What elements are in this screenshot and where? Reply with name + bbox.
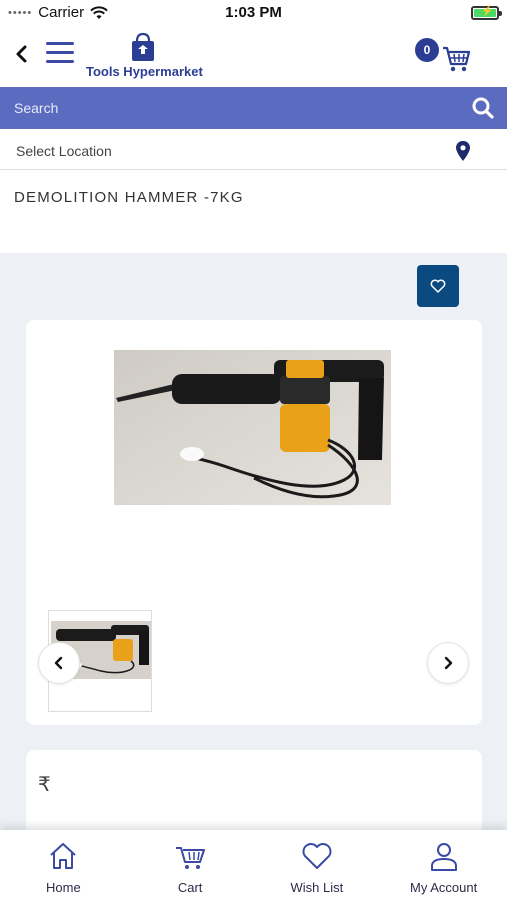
nav-item-home[interactable]: Home [0,830,127,900]
battery-icon: ⚡ [471,6,502,20]
logo-text: Tools Hypermarket [86,64,203,79]
select-location-row[interactable]: Select Location [0,130,507,170]
location-pin-icon[interactable] [455,140,471,162]
heart-icon [302,843,332,869]
chevron-right-icon [444,656,453,670]
nav-label-wishlist: Wish List [290,880,344,895]
chevron-left-icon [54,656,63,670]
status-time: 1:03 PM [225,4,282,21]
nav-item-cart[interactable]: Cart [127,830,254,900]
user-icon [430,843,457,871]
nav-item-account[interactable]: My Account [380,830,507,900]
search-icon[interactable] [471,96,495,120]
nav-label-home: Home [46,880,81,895]
back-arrow-icon[interactable] [10,40,34,68]
nav-item-wishlist[interactable]: Wish List [254,830,381,900]
brand-logo[interactable]: Tools Hypermarket [84,30,204,82]
cart-count-badge: 0 [415,38,439,62]
app-header: Tools Hypermarket 0 [0,26,507,86]
shopping-bag-logo-icon [132,32,154,61]
heart-icon [430,279,446,293]
bottom-navigation: Home Cart Wish List My Account [0,830,507,900]
hamburger-menu-icon[interactable] [46,42,74,66]
home-icon [50,843,77,869]
search-bar [0,87,507,129]
product-detail-area: ₹ [0,253,507,850]
nav-label-cart: Cart [177,880,203,895]
product-main-image[interactable] [114,350,391,505]
product-title: DEMOLITION HAMMER -7KG [14,189,244,206]
previous-image-button[interactable] [38,642,80,684]
cart-icon [176,847,206,869]
status-bar: ••••• Carrier 1:03 PM ⚡ [0,0,507,26]
product-title-area: DEMOLITION HAMMER -7KG [0,171,507,253]
search-input[interactable] [0,87,460,129]
shopping-cart-icon [443,46,471,72]
product-image-card [26,320,482,725]
currency-symbol: ₹ [38,774,51,796]
header-cart-button[interactable]: 0 [415,38,473,78]
next-image-button[interactable] [427,642,469,684]
add-to-wishlist-button[interactable] [417,265,459,307]
nav-label-account: My Account [410,880,478,895]
select-location-label: Select Location [16,143,112,159]
